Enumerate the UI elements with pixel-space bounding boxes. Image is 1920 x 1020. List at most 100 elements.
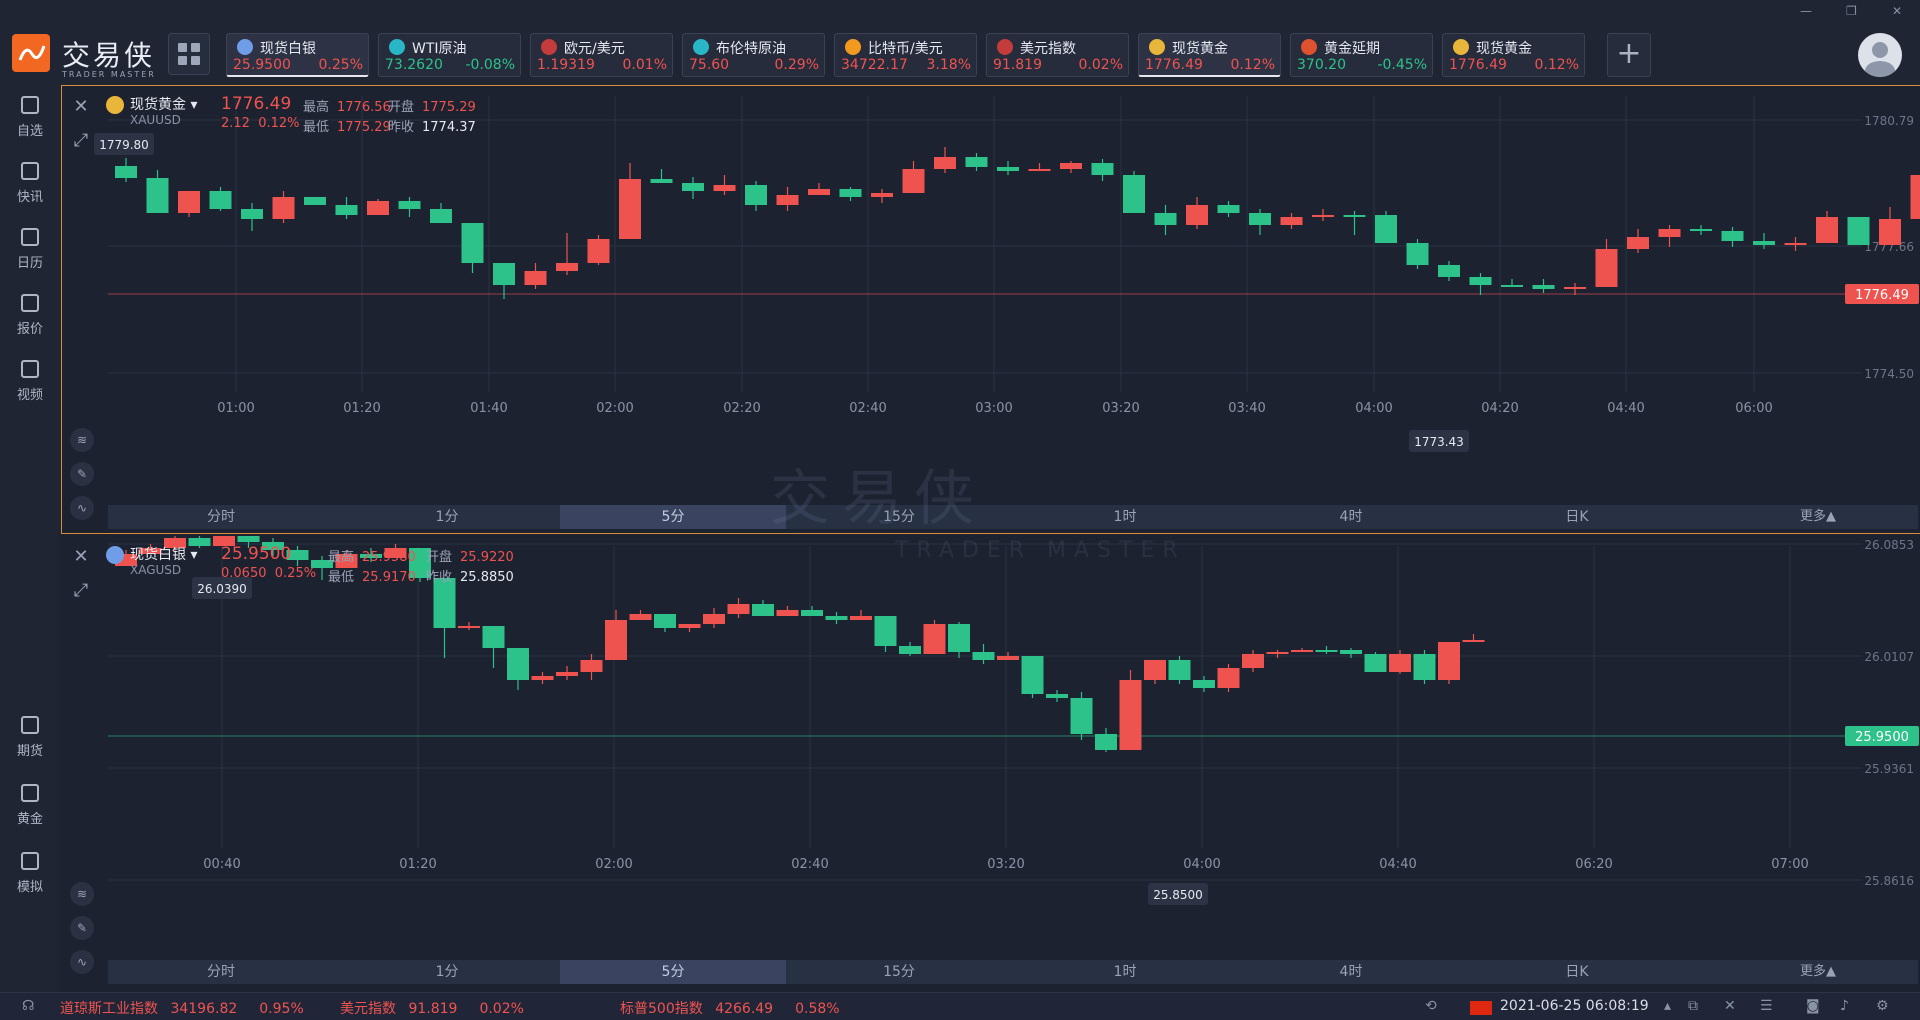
ticker-card[interactable]: 比特币/美元 34722.17 3.18%: [834, 33, 977, 77]
candle-body: [825, 616, 848, 620]
ticker-card[interactable]: WTI原油 73.2620 -0.08%: [378, 33, 521, 77]
close-window-icon[interactable]: ✕: [1892, 4, 1902, 18]
x-tick-label: 02:40: [849, 401, 886, 416]
chart-type-icon[interactable]: ∿: [70, 950, 94, 974]
ticker-card[interactable]: 欧元/美元 1.19319 0.01%: [530, 33, 673, 77]
layout-grid-button[interactable]: [168, 33, 210, 75]
candle-body: [556, 672, 578, 676]
silver-coin-icon: [237, 39, 253, 55]
ticker-change-pct: 0.29%: [774, 57, 819, 73]
indicator-tool-icon[interactable]: ≋: [70, 882, 94, 906]
brand: 交易侠 TRADER MASTER: [62, 34, 156, 79]
timeframe-tab[interactable]: 日K: [1464, 505, 1690, 529]
ticker-card[interactable]: 黄金延期 370.20 -0.45%: [1290, 33, 1433, 77]
timeframe-tab[interactable]: 1时: [1012, 505, 1238, 529]
symbol-name[interactable]: 现货黄金 ▾: [130, 94, 197, 114]
candle-body: [965, 157, 988, 167]
add-symbol-button[interactable]: +: [1607, 33, 1651, 77]
timeframe-tab[interactable]: 1分: [334, 505, 560, 529]
ticker-card[interactable]: 美元指数 91.819 0.02%: [986, 33, 1129, 77]
close-panel-icon[interactable]: ✕: [70, 546, 92, 568]
candle-body: [1312, 215, 1334, 217]
sidebar-item-video[interactable]: 视频: [0, 360, 60, 403]
index-quote[interactable]: 道琼斯工业指数 34196.82 0.95%: [60, 998, 304, 1018]
sidebar-item-calendar[interactable]: 日历: [0, 228, 60, 271]
candle-body: [902, 169, 925, 193]
camera-icon[interactable]: ◙: [1806, 998, 1820, 1014]
sidebar-item-quote-chart[interactable]: 报价: [0, 294, 60, 337]
ticker-name: 现货黄金: [1172, 41, 1228, 57]
symbol-name[interactable]: 现货白银 ▾: [130, 544, 197, 564]
sidebar-item-label: 模拟: [16, 880, 43, 895]
candle-body: [461, 223, 484, 263]
timeframe-tab[interactable]: 1时: [1012, 960, 1238, 984]
draw-pen-icon[interactable]: ✎: [70, 462, 94, 486]
candle-body: [1046, 694, 1068, 698]
close-panel-icon[interactable]: ✕: [70, 96, 92, 118]
list-icon[interactable]: ☰: [1760, 998, 1773, 1014]
window-icon[interactable]: ⧉: [1688, 998, 1698, 1014]
chevron-up-icon[interactable]: ▴: [1664, 998, 1671, 1014]
x-tick-label: 04:00: [1183, 857, 1220, 872]
expand-panel-icon[interactable]: ⤢: [70, 580, 92, 602]
timeframe-more-button[interactable]: 更多▲: [1800, 505, 1836, 529]
gold-timeframe-bar: 分时 1分 5分 15分 1时 4时 日K 更多▲: [108, 505, 1918, 529]
silver-chart-panel[interactable]: 00:40 01:20 02:00 02:40 03:20 04:00 04:40 06:20…: [62, 536, 1920, 988]
candle-body: [972, 652, 995, 660]
silver-candlestick-chart[interactable]: 00:40 01:20 02:00 02:40 03:20 04:00 04:40 06:20…: [62, 536, 1920, 988]
candle-body: [619, 179, 641, 239]
candle-body: [524, 271, 547, 285]
candle-body: [1658, 229, 1681, 237]
gold-chart-panel[interactable]: 01:00 01:20 01:40 02:00 02:20 02:40 03:00 03:20…: [61, 85, 1920, 534]
x-tick-label: 04:40: [1607, 401, 1644, 416]
ticker-card[interactable]: 现货黄金 1776.49 0.12%: [1442, 33, 1585, 77]
timeframe-tab[interactable]: 分时: [108, 960, 334, 984]
headset-icon[interactable]: ☊: [22, 998, 34, 1014]
sidebar-item-news[interactable]: 快讯: [0, 162, 60, 205]
minimize-window-icon[interactable]: —: [1800, 4, 1812, 18]
current-price-tag-text: 1776.49: [1855, 288, 1909, 303]
timeframe-tab[interactable]: 1分: [334, 960, 560, 984]
candle-body: [1469, 277, 1492, 285]
candle-body: [304, 197, 326, 205]
x-tick-label: 02:20: [723, 401, 760, 416]
candle-body: [874, 616, 897, 646]
candle-body: [1249, 213, 1271, 225]
sidebar-item-futures[interactable]: 期货: [0, 716, 60, 759]
timeframe-tab[interactable]: 4时: [1238, 505, 1464, 529]
sidebar-item-bookmark[interactable]: 自选: [0, 96, 60, 139]
candle-body: [1879, 219, 1901, 245]
mute-icon[interactable]: ♪: [1840, 998, 1849, 1014]
timeframe-tab[interactable]: 5分: [560, 505, 786, 529]
timeframe-more-button[interactable]: 更多▲: [1800, 960, 1836, 984]
candle-body: [899, 646, 921, 654]
candle-body: [808, 189, 830, 195]
gold-candlestick-chart[interactable]: 01:00 01:20 01:40 02:00 02:20 02:40 03:00 03:20…: [62, 86, 1920, 533]
chart-type-icon[interactable]: ∿: [70, 496, 94, 520]
y-tick-label: 25.8616: [1864, 874, 1914, 888]
ticker-card[interactable]: 布伦特原油 75.60 0.29%: [682, 33, 825, 77]
candle-body: [241, 209, 263, 219]
sidebar-item-wallet[interactable]: 模拟: [0, 852, 60, 895]
indicator-tool-icon[interactable]: ≋: [70, 428, 94, 452]
user-avatar[interactable]: [1858, 33, 1902, 77]
timeframe-tab[interactable]: 分时: [108, 505, 334, 529]
candle-body: [997, 167, 1019, 171]
ticker-price: 1.19319: [537, 57, 595, 73]
draw-pen-icon[interactable]: ✎: [70, 916, 94, 940]
sidebar-item-gold[interactable]: 黄金: [0, 784, 60, 827]
expand-panel-icon[interactable]: ⤢: [70, 130, 92, 152]
index-quote[interactable]: 标普500指数 4266.49 0.58%: [620, 998, 840, 1018]
settings-icon[interactable]: ⚙: [1876, 998, 1889, 1014]
ticker-card[interactable]: 现货黄金 1776.49 0.12%: [1138, 33, 1281, 77]
index-quote[interactable]: 美元指数 91.819 0.02%: [340, 998, 524, 1018]
connection-icon: ⟲: [1425, 998, 1437, 1014]
tools-icon[interactable]: ✕: [1724, 998, 1736, 1014]
restore-window-icon[interactable]: ❐: [1846, 4, 1857, 18]
ticker-card[interactable]: 现货白银 25.9500 0.25%: [226, 33, 369, 77]
timeframe-tab[interactable]: 4时: [1238, 960, 1464, 984]
timeframe-tab[interactable]: 15分: [786, 960, 1012, 984]
timeframe-tab[interactable]: 5分: [560, 960, 786, 984]
timeframe-tab[interactable]: 日K: [1464, 960, 1690, 984]
